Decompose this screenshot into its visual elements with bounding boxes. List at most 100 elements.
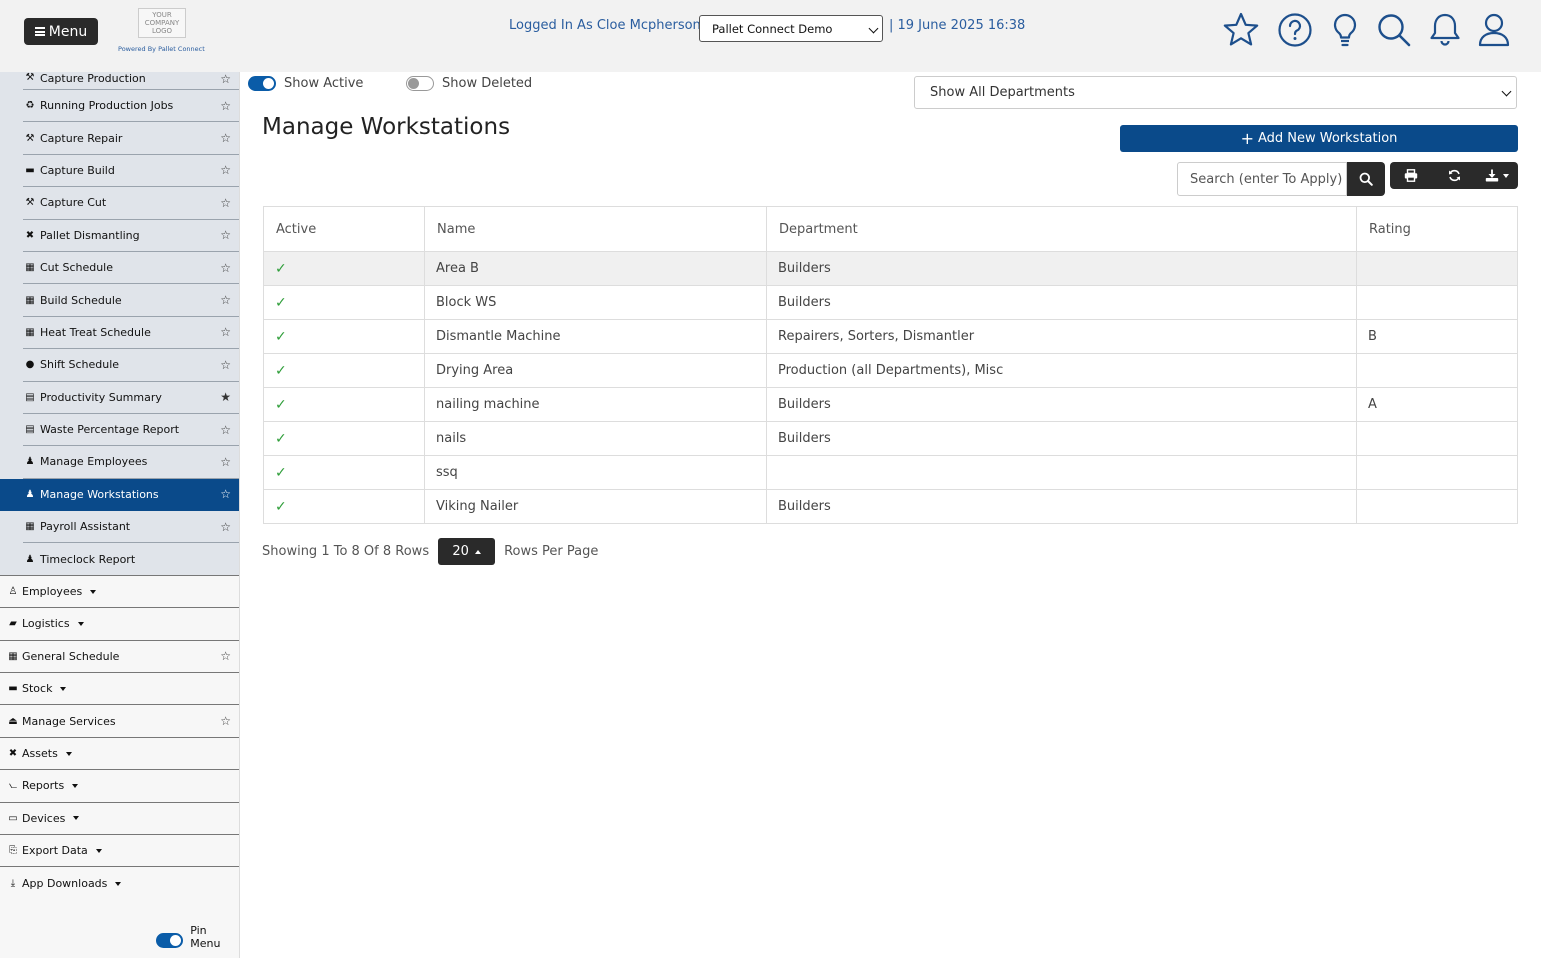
show-deleted-toggle[interactable] — [406, 76, 434, 91]
sidebar-item-stock[interactable]: ▬ Stock — [0, 673, 239, 706]
file-export-icon: ⎘ — [9, 845, 17, 857]
sidebar-item-label: Export Data — [22, 844, 88, 858]
calendar-icon: ▦ — [25, 262, 35, 274]
sidebar-item-label: Cut Schedule — [40, 261, 114, 275]
sidebar-item-waste-percentage-report[interactable]: ▤ Waste Percentage Report ☆ — [23, 414, 239, 447]
search-icon[interactable] — [1374, 10, 1414, 50]
star-outline-icon[interactable]: ☆ — [220, 131, 231, 145]
sidebar-item-logistics[interactable]: ▰ Logistics — [0, 608, 239, 641]
star-outline-icon[interactable]: ☆ — [220, 99, 231, 113]
sidebar-item-label: Heat Treat Schedule — [40, 325, 151, 339]
star-outline-icon[interactable]: ☆ — [220, 163, 231, 177]
add-new-workstation-button[interactable]: + Add New Workstation — [1120, 125, 1518, 152]
pin-menu-toggle[interactable] — [156, 932, 184, 948]
column-header-name[interactable]: Name — [424, 206, 767, 252]
sidebar-item-employees[interactable]: ♙ Employees — [0, 576, 239, 609]
star-outline-icon[interactable]: ☆ — [220, 714, 231, 728]
sidebar-item-devices[interactable]: ▭ Devices — [0, 803, 239, 835]
check-icon: ✓ — [263, 489, 425, 524]
sidebar-item-capture-repair[interactable]: ⚒ Capture Repair ☆ — [23, 122, 239, 155]
cell-department: Builders — [766, 251, 1357, 286]
sidebar-item-manage-employees[interactable]: ♟ Manage Employees ☆ — [23, 446, 239, 479]
hammer-icon: ⚒ — [25, 72, 35, 83]
sidebar-item-running-production-jobs[interactable]: ♻ Running Production Jobs ☆ — [23, 90, 239, 123]
export-dropdown-button[interactable] — [1475, 162, 1518, 189]
star-outline-icon[interactable]: ☆ — [220, 649, 231, 663]
table-row[interactable]: ✓ nails Builders — [263, 421, 1518, 456]
column-header-rating[interactable]: Rating — [1356, 206, 1518, 252]
table-header-row: Active Name Department Rating — [263, 206, 1518, 252]
sidebar-item-general-schedule[interactable]: ▦ General Schedule ☆ — [0, 641, 239, 674]
top-header: Menu YOUR COMPANY LOGO Powered By Pallet… — [0, 0, 1541, 72]
star-outline-icon[interactable]: ☆ — [220, 423, 231, 437]
sidebar-item-productivity-summary[interactable]: ▤ Productivity Summary ★ — [23, 382, 239, 414]
column-header-department[interactable]: Department — [766, 206, 1357, 252]
sidebar-item-assets[interactable]: ✖ Assets — [0, 738, 239, 771]
cell-department: Repairers, Sorters, Dismantler — [766, 319, 1357, 354]
cell-name: nails — [424, 421, 767, 456]
star-outline-icon[interactable]: ☆ — [220, 228, 231, 242]
sidebar-item-reports[interactable]: ⦦ Reports — [0, 770, 239, 803]
sidebar-item-app-downloads[interactable]: ⤓ App Downloads — [0, 867, 239, 899]
star-outline-icon[interactable]: ☆ — [220, 72, 231, 86]
search-input[interactable] — [1177, 162, 1347, 196]
table-row[interactable]: ✓ nailing machine Builders A — [263, 387, 1518, 422]
star-outline-icon[interactable]: ☆ — [220, 487, 231, 501]
cell-name: Block WS — [424, 285, 767, 320]
person-icon: ♙ — [8, 586, 18, 598]
star-filled-icon[interactable]: ★ — [220, 390, 231, 404]
lightbulb-icon[interactable] — [1325, 10, 1365, 50]
star-outline-icon[interactable]: ☆ — [220, 196, 231, 210]
sidebar-item-payroll-assistant[interactable]: ▦ Payroll Assistant ☆ — [23, 511, 239, 544]
sidebar-item-capture-production[interactable]: ⚒ Capture Production ☆ — [23, 72, 239, 90]
show-active-filter: Show Active — [248, 76, 363, 91]
sidebar-item-capture-cut[interactable]: ⚒ Capture Cut ☆ — [23, 187, 239, 220]
column-header-active[interactable]: Active — [263, 206, 425, 252]
department-select[interactable]: Show All Departments — [914, 76, 1517, 109]
user-icon[interactable] — [1474, 10, 1514, 50]
sidebar-item-manage-services[interactable]: ⏏ Manage Services ☆ — [0, 705, 239, 738]
table-row[interactable]: ✓ Area B Builders — [263, 251, 1518, 286]
show-active-toggle[interactable] — [248, 76, 276, 91]
star-outline-icon[interactable]: ☆ — [220, 520, 231, 534]
table-row[interactable]: ✓ Block WS Builders — [263, 285, 1518, 320]
table-row[interactable]: ✓ ssq — [263, 455, 1518, 490]
cell-rating — [1356, 455, 1518, 490]
sidebar-item-capture-build[interactable]: ▬ Capture Build ☆ — [23, 155, 239, 188]
sidebar-item-build-schedule[interactable]: ▦ Build Schedule ☆ — [23, 284, 239, 317]
table-row[interactable]: ✓ Drying Area Production (all Department… — [263, 353, 1518, 388]
company-select[interactable]: Pallet Connect Demo — [699, 15, 883, 42]
download-icon: ⤓ — [10, 878, 16, 890]
star-outline-icon[interactable]: ☆ — [220, 261, 231, 275]
sidebar-item-cut-schedule[interactable]: ▦ Cut Schedule ☆ — [23, 252, 239, 285]
help-icon[interactable] — [1275, 10, 1315, 50]
star-outline-icon[interactable]: ☆ — [220, 325, 231, 339]
sidebar-item-label: Pallet Dismantling — [40, 228, 140, 242]
sidebar-item-pallet-dismantling[interactable]: ✖ Pallet Dismantling ☆ — [23, 220, 239, 252]
rows-per-page-button[interactable]: 20 — [438, 538, 496, 565]
star-outline-icon[interactable]: ☆ — [220, 358, 231, 372]
company-logo[interactable]: YOUR COMPANY LOGO — [138, 8, 186, 38]
bell-icon[interactable] — [1425, 10, 1465, 50]
search-button[interactable] — [1347, 162, 1385, 196]
sidebar-item-heat-treat-schedule[interactable]: ▦ Heat Treat Schedule ☆ — [23, 317, 239, 350]
sidebar: ⚒ Capture Production ☆ ♻ Running Product… — [0, 72, 240, 958]
add-button-label: Add New Workstation — [1257, 131, 1398, 146]
menu-button[interactable]: Menu — [24, 18, 98, 45]
pin-menu-label: Pin Menu — [190, 924, 221, 950]
caret-down-icon — [65, 751, 72, 756]
star-outline-icon[interactable]: ☆ — [220, 293, 231, 307]
sidebar-item-export-data[interactable]: ⎘ Export Data — [0, 835, 239, 868]
sidebar-item-timeclock-report[interactable]: ♟ Timeclock Report — [0, 543, 239, 576]
print-button[interactable] — [1390, 162, 1433, 189]
sidebar-item-manage-workstations[interactable]: ♟ Manage Workstations ☆ — [0, 478, 239, 512]
cell-name: Viking Nailer — [424, 489, 767, 524]
favorites-star-icon[interactable] — [1221, 10, 1261, 50]
star-outline-icon[interactable]: ☆ — [220, 455, 231, 469]
refresh-button[interactable] — [1433, 162, 1476, 189]
check-icon: ✓ — [263, 319, 425, 354]
sidebar-item-label: Capture Build — [40, 163, 115, 177]
table-row[interactable]: ✓ Viking Nailer Builders — [263, 489, 1518, 524]
sidebar-item-shift-schedule[interactable]: ● Shift Schedule ☆ — [23, 349, 239, 382]
table-row[interactable]: ✓ Dismantle Machine Repairers, Sorters, … — [263, 319, 1518, 354]
